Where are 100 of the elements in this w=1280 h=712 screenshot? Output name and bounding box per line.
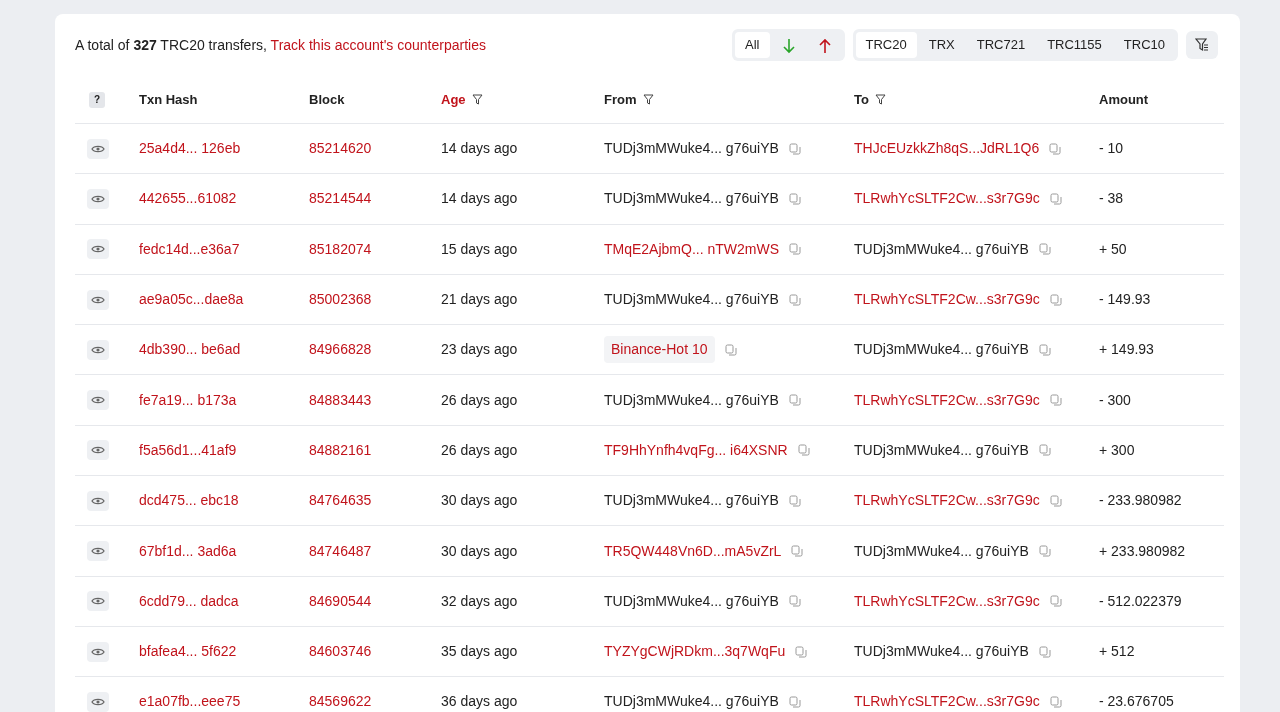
amount-text: - 23.676705 bbox=[1099, 692, 1174, 712]
filter-icon[interactable] bbox=[471, 94, 483, 105]
block-link[interactable]: 84882161 bbox=[309, 439, 372, 461]
copy-icon[interactable] bbox=[724, 343, 737, 356]
block-link[interactable]: 84746487 bbox=[309, 540, 372, 562]
block-link[interactable]: 85182074 bbox=[309, 238, 372, 260]
column-header: To bbox=[854, 90, 869, 109]
address-link[interactable]: TLRwhYcSLTF2Cw...s3r7G9c bbox=[854, 691, 1040, 712]
txn-hash-link[interactable]: ae9a05c...dae8a bbox=[139, 289, 244, 311]
txn-hash-link[interactable]: 25a4d4... 126eb bbox=[139, 138, 241, 160]
copy-icon[interactable] bbox=[1038, 243, 1051, 256]
txn-hash-link[interactable]: 67bf1d... 3ad6a bbox=[139, 540, 237, 562]
txn-hash-link[interactable]: e1a07fb...eee75 bbox=[139, 691, 241, 712]
address-link[interactable]: THJcEUzkkZh8qS...JdRL1Q6 bbox=[854, 138, 1040, 160]
copy-icon[interactable] bbox=[1038, 545, 1051, 557]
eye-icon[interactable] bbox=[87, 138, 109, 159]
filter-icon[interactable] bbox=[874, 94, 886, 105]
copy-icon[interactable] bbox=[788, 192, 801, 205]
block-link[interactable]: 85214544 bbox=[309, 188, 372, 210]
address-text: TUDj3mMWuke4... g76uiYB bbox=[854, 541, 1029, 561]
address-link[interactable]: TMqE2AjbmQ... nTW2mWS bbox=[604, 238, 780, 260]
filter-list-icon bbox=[1195, 38, 1209, 52]
address-link[interactable]: TLRwhYcSLTF2Cw...s3r7G9c bbox=[854, 188, 1040, 210]
block-link[interactable]: 84603746 bbox=[309, 641, 372, 663]
copy-icon[interactable] bbox=[788, 595, 801, 608]
txn-hash-link[interactable]: bfafea4... 5f622 bbox=[139, 641, 237, 663]
address-text: TUDj3mMWuke4... g76uiYB bbox=[604, 692, 779, 712]
filter-list-button[interactable] bbox=[1186, 31, 1218, 59]
address-link[interactable]: TLRwhYcSLTF2Cw...s3r7G9c bbox=[854, 490, 1040, 512]
copy-icon[interactable] bbox=[1049, 695, 1062, 708]
token-tab[interactable]: TRC721 bbox=[966, 32, 1036, 58]
eye-icon[interactable] bbox=[87, 289, 109, 310]
address-text: TUDj3mMWuke4... g76uiYB bbox=[604, 591, 779, 611]
txn-hash-link[interactable]: 442655...61082 bbox=[139, 188, 237, 210]
copy-icon[interactable] bbox=[788, 142, 801, 155]
eye-icon[interactable] bbox=[87, 691, 109, 712]
token-tab[interactable]: TRC10 bbox=[1113, 32, 1175, 58]
token-tab[interactable]: TRC20 bbox=[855, 32, 917, 58]
copy-icon[interactable] bbox=[1038, 645, 1051, 658]
eye-icon[interactable] bbox=[87, 490, 109, 511]
copy-icon[interactable] bbox=[1049, 142, 1062, 155]
copy-icon[interactable] bbox=[795, 645, 808, 658]
column-header: Block bbox=[309, 90, 345, 109]
age-text: 21 days ago bbox=[441, 290, 518, 310]
copy-icon[interactable] bbox=[789, 243, 802, 256]
eye-icon[interactable] bbox=[87, 541, 109, 561]
txn-hash-link[interactable]: fedc14d...e36a7 bbox=[139, 238, 240, 260]
arrow-up-icon bbox=[817, 37, 832, 54]
copy-icon[interactable] bbox=[1038, 444, 1051, 457]
help-icon[interactable]: ? bbox=[89, 91, 105, 108]
eye-icon[interactable] bbox=[87, 591, 109, 612]
address-link[interactable]: TR5QW448Vn6D...mA5vZrL bbox=[604, 540, 782, 562]
txn-hash-link[interactable]: 6cdd79... dadca bbox=[139, 590, 239, 612]
counterparties-link[interactable]: Track this account's counterparties bbox=[270, 36, 486, 53]
address-link[interactable]: TLRwhYcSLTF2Cw...s3r7G9c bbox=[854, 289, 1040, 311]
age-text: 30 days ago bbox=[441, 541, 518, 561]
copy-icon[interactable] bbox=[791, 545, 804, 557]
address-link[interactable]: TYZYgCWjRDkm...3q7WqFu bbox=[604, 641, 786, 663]
address-link[interactable]: TF9HhYnfh4vqFg... i64XSNR bbox=[604, 439, 788, 461]
age-text: 36 days ago bbox=[441, 692, 518, 712]
copy-icon[interactable] bbox=[788, 695, 801, 708]
txn-hash-link[interactable]: f5a56d1...41af9 bbox=[139, 439, 237, 461]
copy-icon[interactable] bbox=[788, 293, 801, 306]
eye-icon[interactable] bbox=[87, 390, 109, 411]
txn-hash-link[interactable]: dcd475... ebc18 bbox=[139, 490, 239, 512]
copy-icon[interactable] bbox=[1049, 192, 1062, 205]
amount-text: - 512.022379 bbox=[1099, 591, 1182, 611]
copy-icon[interactable] bbox=[788, 494, 801, 507]
address-link[interactable]: TLRwhYcSLTF2Cw...s3r7G9c bbox=[854, 389, 1040, 411]
column-header: From bbox=[604, 90, 637, 109]
block-link[interactable]: 84569622 bbox=[309, 691, 372, 712]
txn-hash-link[interactable]: fe7a19... b173a bbox=[139, 389, 237, 411]
token-tab[interactable]: TRX bbox=[918, 32, 965, 58]
eye-icon[interactable] bbox=[87, 440, 109, 461]
block-link[interactable]: 84966828 bbox=[309, 339, 372, 361]
all-filter-button[interactable]: All bbox=[735, 32, 770, 58]
copy-icon[interactable] bbox=[1049, 595, 1062, 608]
copy-icon[interactable] bbox=[1049, 494, 1062, 507]
block-link[interactable]: 84883443 bbox=[309, 389, 372, 411]
copy-icon[interactable] bbox=[797, 444, 810, 457]
address-tag[interactable]: Binance-Hot 10 bbox=[604, 336, 715, 364]
eye-icon[interactable] bbox=[87, 641, 109, 662]
block-link[interactable]: 85214620 bbox=[309, 138, 372, 160]
copy-icon[interactable] bbox=[1049, 293, 1062, 306]
copy-icon[interactable] bbox=[1038, 343, 1051, 356]
token-tab[interactable]: TRC1155 bbox=[1037, 32, 1112, 58]
eye-icon[interactable] bbox=[87, 188, 109, 209]
address-link[interactable]: TLRwhYcSLTF2Cw...s3r7G9c bbox=[854, 590, 1040, 612]
block-link[interactable]: 84764635 bbox=[309, 490, 372, 512]
amount-text: + 233.980982 bbox=[1099, 541, 1186, 561]
block-link[interactable]: 85002368 bbox=[309, 289, 372, 311]
copy-icon[interactable] bbox=[788, 394, 801, 407]
eye-icon[interactable] bbox=[87, 339, 109, 360]
amount-text: - 233.980982 bbox=[1099, 491, 1182, 511]
block-link[interactable]: 84690544 bbox=[309, 590, 372, 612]
column-header[interactable]: Age bbox=[441, 89, 466, 110]
txn-hash-link[interactable]: 4db390... be6ad bbox=[139, 339, 241, 361]
eye-icon[interactable] bbox=[87, 239, 109, 260]
filter-icon[interactable] bbox=[642, 94, 654, 105]
copy-icon[interactable] bbox=[1049, 394, 1062, 407]
